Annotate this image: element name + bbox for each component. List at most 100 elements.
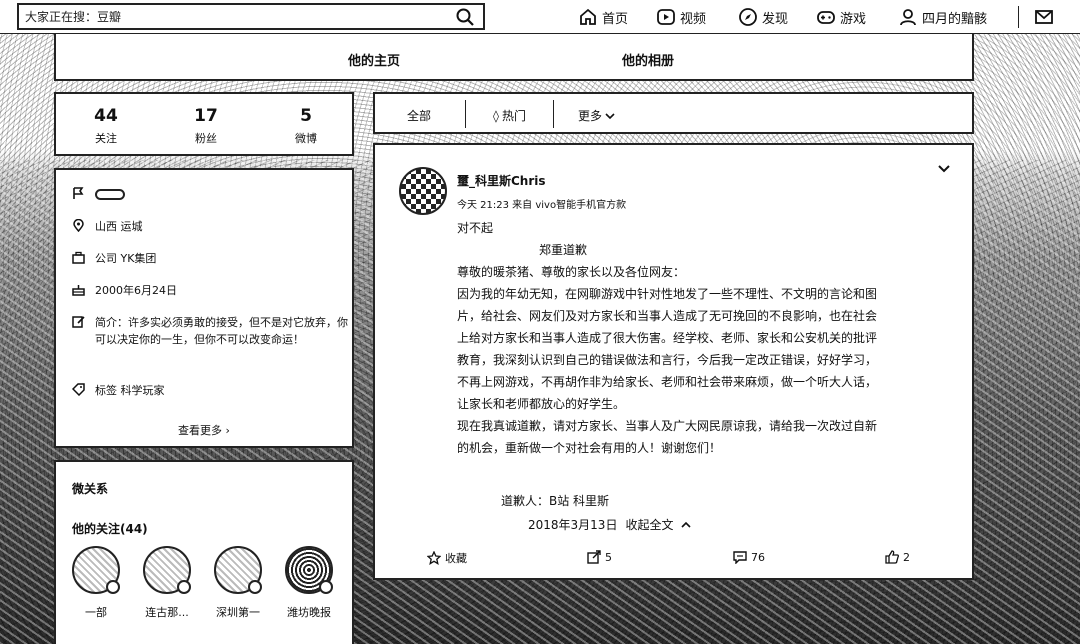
post-line: 对不起 <box>457 221 494 235</box>
post-date-row: 2018年3月13日 收起全文 <box>528 516 692 533</box>
stat-posts[interactable]: 5 微博 <box>256 106 356 146</box>
chevron-right-icon: › <box>225 424 230 437</box>
nav-discover-label: 发现 <box>762 11 789 27</box>
filter-more-label: 更多 <box>578 109 603 123</box>
nav-messages[interactable] <box>1034 6 1054 28</box>
stat-posts-value: 5 <box>300 106 312 126</box>
post-line: 让家长和老师都放心的好学生。 <box>457 397 626 411</box>
filter-divider <box>553 100 554 128</box>
briefcase-icon <box>72 251 85 264</box>
stat-followers-label: 粉丝 <box>195 132 217 145</box>
nav-user[interactable]: 四月的黯骸 <box>898 6 987 28</box>
post-author-name[interactable]: 璽_科里斯Chris <box>457 172 546 189</box>
post-actions: 收藏 5 76 2 <box>375 538 972 578</box>
info-company: 公司 YK集团 <box>72 250 355 267</box>
following-item[interactable]: 深圳第一 <box>208 546 268 620</box>
relations-title: 微关系 <box>72 482 109 496</box>
verified-badge-icon <box>177 580 191 594</box>
post-date: 2018年3月13日 <box>528 518 618 532</box>
favorite-button[interactable]: 收藏 <box>427 550 467 566</box>
stat-followers[interactable]: 17 粉丝 <box>156 106 256 146</box>
info-location: 山西 运城 <box>72 218 355 235</box>
filter-hot[interactable]: ◊ 热门 <box>493 107 526 124</box>
search-input[interactable] <box>25 7 445 27</box>
post-meta: 今天 21:23 来自 vivo智能手机官方款 <box>457 200 627 211</box>
comment-count: 76 <box>751 550 765 564</box>
info-tags-text[interactable]: 标签 科学玩家 <box>95 382 355 399</box>
avatar <box>285 546 333 594</box>
filter-divider <box>465 100 466 128</box>
info-company-text: 公司 YK集团 <box>95 252 157 265</box>
following-item[interactable]: 一部 <box>66 546 126 620</box>
post-line: 教育，我深刻认识到自己的错误做法和言行，今后我一定改正错误，好好学习， <box>457 353 878 367</box>
post-line: 的机会，重新做一个对社会有用的人！谢谢您们！ <box>457 441 722 455</box>
relations-card: 微关系 他的关注(44) 一部 连古那... 深圳第一 潍坊晚报 <box>54 460 354 644</box>
following-name: 深圳第一 <box>216 606 260 619</box>
post-author-avatar[interactable] <box>399 167 447 215</box>
filter-all[interactable]: 全部 <box>407 107 431 124</box>
post-line: 片，给社会、网友们及对方家长和当事人造成了无可挽回的不良影响，也在社会 <box>457 309 878 323</box>
info-bio-text: 简介：许多实必须勇敢的接受，但不是对它放弃，你可以决定你的一生，但你不可以改变命… <box>95 316 348 346</box>
tab-home[interactable]: 他的主页 <box>348 50 400 69</box>
info-tags: 标签 科学玩家 <box>72 382 355 399</box>
nav-video-label: 视频 <box>680 11 707 27</box>
stat-following-value: 44 <box>94 106 118 126</box>
like-count: 2 <box>903 550 910 564</box>
chevron-down-icon <box>605 112 615 119</box>
post-line: 现在我真诚道歉，请对方家长、当事人及广大网民原谅我，请给我一次改过自新 <box>457 419 878 433</box>
nav-home[interactable]: 首页 <box>578 6 628 28</box>
following-item[interactable]: 潍坊晚报 <box>279 546 339 620</box>
stat-followers-value: 17 <box>194 106 218 126</box>
filter-more[interactable]: 更多 <box>578 107 615 124</box>
compass-icon <box>739 8 757 26</box>
verified-badge-icon <box>106 580 120 594</box>
tab-album[interactable]: 他的相册 <box>622 50 674 69</box>
following-item[interactable]: 连古那... <box>137 546 197 620</box>
cake-icon <box>72 285 85 296</box>
stats-card: 44 关注 17 粉丝 5 微博 <box>54 92 354 156</box>
post-body: 对不起 郑重道歉 尊敬的暖茶猪、尊敬的家长以及各位网友： 因为我的年幼无知，在网… <box>457 217 953 459</box>
comment-button[interactable]: 76 <box>733 550 765 564</box>
chevron-up-icon[interactable] <box>681 520 692 530</box>
gamepad-icon <box>817 11 835 24</box>
search-box[interactable] <box>17 3 485 30</box>
thumbs-up-icon <box>885 550 899 564</box>
post-card: 璽_科里斯Chris 今天 21:23 来自 vivo智能手机官方款 对不起 郑… <box>373 143 974 580</box>
post-line: 尊敬的暖茶猪、尊敬的家长以及各位网友： <box>457 265 686 279</box>
share-icon <box>587 550 601 564</box>
like-button[interactable]: 2 <box>885 550 910 564</box>
level-badge[interactable] <box>95 189 125 200</box>
nav-game[interactable]: 游戏 <box>816 6 866 28</box>
nav-discover[interactable]: 发现 <box>738 6 788 28</box>
edit-icon <box>72 316 85 328</box>
info-bio: 简介：许多实必须勇敢的接受，但不是对它放弃，你可以决定你的一生，但你不可以改变命… <box>72 314 355 348</box>
following-title[interactable]: 他的关注(44) <box>72 520 148 537</box>
nav-video[interactable]: 视频 <box>656 6 706 28</box>
search-icon[interactable] <box>455 7 475 27</box>
stat-posts-label: 微博 <box>295 132 317 145</box>
following-name: 潍坊晚报 <box>287 606 331 619</box>
info-level <box>72 186 125 200</box>
favorite-label: 收藏 <box>445 552 467 565</box>
avatar <box>72 546 120 594</box>
post-line: 不再上网游戏，不再胡作非为给家长、老师和社会带来麻烦，做一个听大人话， <box>457 375 878 389</box>
view-more-link[interactable]: 查看更多 › <box>56 422 352 438</box>
collapse-link[interactable]: 收起全文 <box>625 516 673 533</box>
repost-count: 5 <box>605 550 612 564</box>
stat-following-label: 关注 <box>95 132 117 145</box>
stat-following[interactable]: 44 关注 <box>56 106 156 146</box>
chevron-down-icon[interactable] <box>936 161 952 177</box>
post-line: 因为我的年幼无知，在网聊游戏中针对性地发了一些不理性、不文明的言论和图 <box>457 287 878 301</box>
video-icon <box>657 9 675 25</box>
repost-button[interactable]: 5 <box>587 550 612 564</box>
verified-badge-icon <box>319 580 333 594</box>
following-name: 连古那... <box>145 606 189 619</box>
top-nav-bar: 首页 视频 发现 游戏 四月的黯骸 <box>0 0 1080 34</box>
view-more-label: 查看更多 <box>178 424 223 437</box>
post-signature: 道歉人：B站 科里斯 <box>501 494 610 508</box>
nav-user-label: 四月的黯骸 <box>922 11 988 27</box>
star-icon <box>427 551 441 565</box>
info-birthday-text: 2000年6月24日 <box>95 284 177 297</box>
flag-icon <box>73 187 84 199</box>
nav-game-label: 游戏 <box>840 11 867 27</box>
